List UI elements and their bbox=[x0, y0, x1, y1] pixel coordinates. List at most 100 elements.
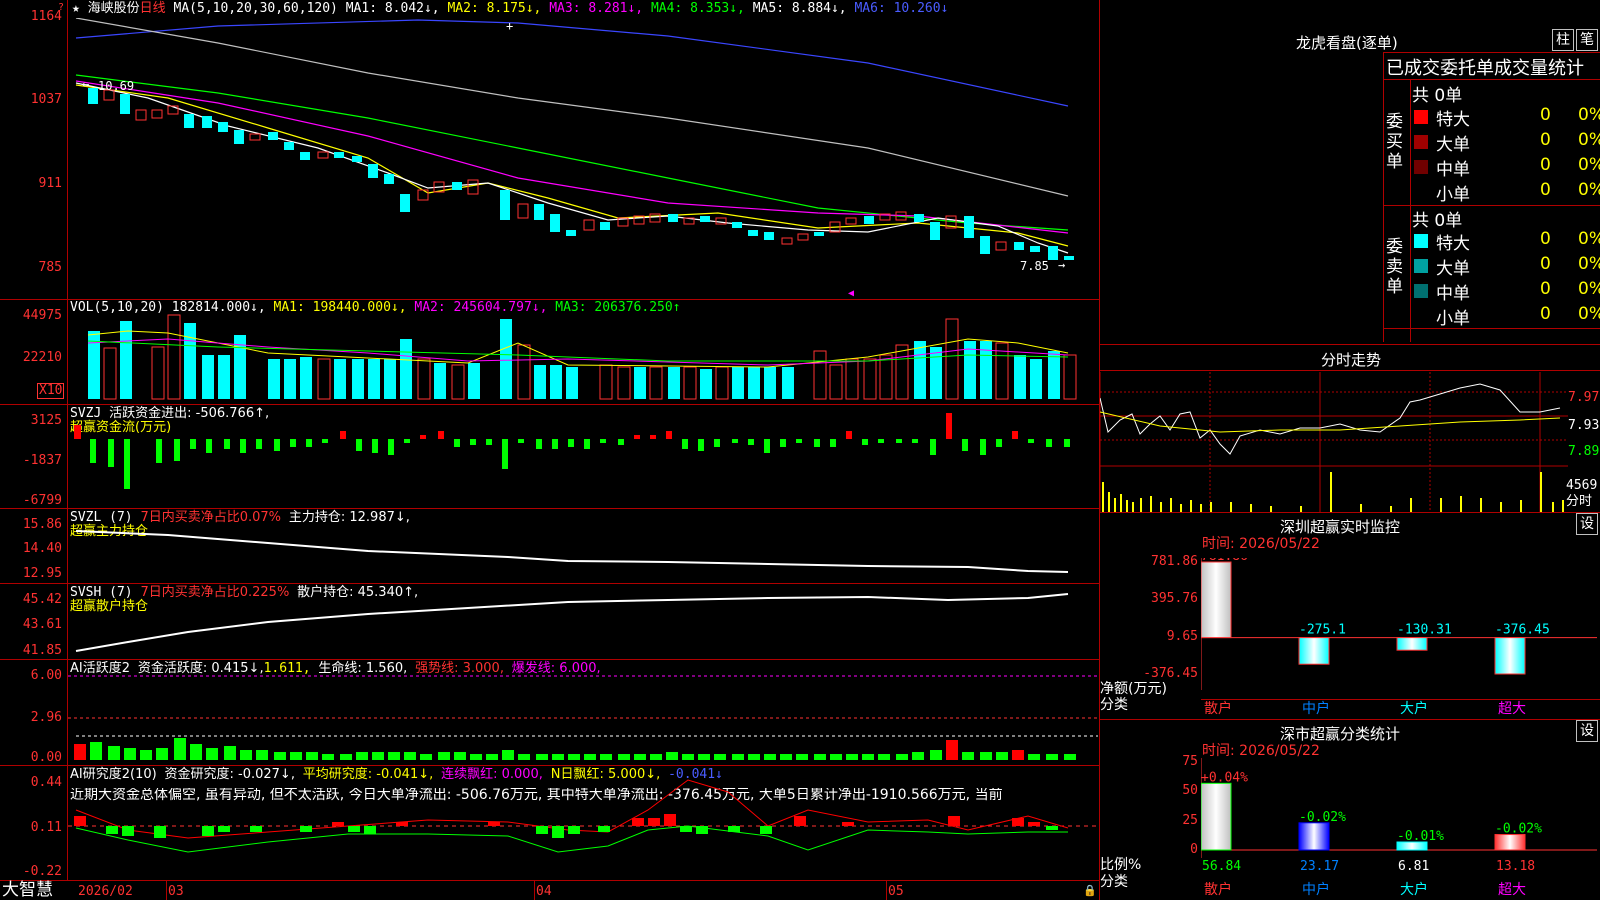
high-marker-value: 10.69 bbox=[98, 79, 134, 93]
buy-row-vol-2: 0 bbox=[1540, 155, 1551, 175]
category-cat-3: 超大 bbox=[1498, 882, 1526, 898]
buy-row-swatch-0 bbox=[1414, 110, 1428, 124]
buy-side-label: 委买单 bbox=[1386, 112, 1403, 172]
main-axis-1: 1164 bbox=[30, 9, 62, 24]
sell-row-pct-2: 0% bbox=[1578, 279, 1600, 299]
category-settings-button[interactable]: 设 bbox=[1576, 720, 1598, 742]
ai1-chart bbox=[68, 675, 1098, 760]
ma4-line bbox=[75, 74, 1069, 231]
ma5-value: MA5: 8.884↓, bbox=[752, 1, 847, 16]
lock-icon[interactable]: 🔒 bbox=[1083, 884, 1097, 897]
tick-mode-button[interactable]: 笔 bbox=[1576, 29, 1598, 51]
svsh-axis-2: 43.61 bbox=[22, 617, 62, 632]
sell-row-name-0: 特大 bbox=[1436, 234, 1470, 254]
buy-row-pct-0: 0% bbox=[1578, 105, 1600, 125]
period-label[interactable]: 日线 bbox=[140, 1, 166, 16]
category-bar-1 bbox=[1298, 822, 1330, 851]
buy-row-vol-0: 0 bbox=[1540, 105, 1551, 125]
svzl-chart bbox=[75, 530, 1069, 573]
ai1-axis-2: 2.96 bbox=[30, 710, 62, 725]
intraday-vol-unit: 分时 bbox=[1566, 494, 1593, 509]
bar-mode-button[interactable]: 柱 bbox=[1552, 29, 1574, 51]
buy-row-swatch-2 bbox=[1414, 160, 1428, 174]
monitor-time: 时间: 2026/05/22 bbox=[1202, 536, 1320, 552]
category-change-label-0: +0.04% bbox=[1201, 770, 1248, 785]
svsh-axis-1: 45.42 bbox=[22, 592, 62, 607]
monitor-ylabel: 净额(万元) bbox=[1100, 681, 1167, 697]
ma6-value: MA6: 10.260↓ bbox=[854, 1, 949, 16]
intraday-vol-axis: 4569 bbox=[1566, 478, 1598, 493]
sell-row-swatch-0 bbox=[1414, 234, 1428, 248]
chart-header: ★ 海峡股份日线 MA(5,10,20,30,60,120) MA1: 8.04… bbox=[72, 1, 948, 16]
buy-row-pct-1: 0% bbox=[1578, 130, 1600, 150]
monitor-settings-button[interactable]: 设 bbox=[1576, 513, 1598, 535]
sell-row-swatch-1 bbox=[1414, 259, 1428, 273]
svzl-axis-2: 14.40 bbox=[22, 541, 62, 556]
sell-row-pct-0: 0% bbox=[1578, 229, 1600, 249]
buy-row-vol-3: 0 bbox=[1540, 180, 1551, 200]
category-value-3: 13.18 bbox=[1496, 859, 1536, 874]
category-cat-1: 中户 bbox=[1302, 882, 1330, 898]
volume-chart bbox=[87, 314, 1077, 400]
dragon-subtitle: 已成交委托单成交量统计 bbox=[1386, 58, 1584, 79]
cursor-marker-icon: ◀ bbox=[848, 288, 854, 298]
intraday-title: 分时走势 bbox=[1321, 351, 1382, 369]
main-axis-3: 911 bbox=[38, 176, 62, 191]
monitor-bar-1 bbox=[1298, 637, 1330, 665]
buy-row-vol-1: 0 bbox=[1540, 130, 1551, 150]
star-icon[interactable]: ★ bbox=[72, 1, 88, 16]
svsh-axis-3: 41.85 bbox=[22, 643, 62, 658]
intraday-chart[interactable] bbox=[1100, 372, 1568, 512]
category-axis-label-2: 25 bbox=[1182, 812, 1198, 828]
monitor-axis-label-1: 395.76 bbox=[1151, 591, 1198, 607]
ai2-chart bbox=[68, 779, 1098, 853]
category-change-label-1: -0.02% bbox=[1299, 810, 1346, 825]
date-label-3: 04 bbox=[536, 884, 552, 899]
sell-row-vol-1: 0 bbox=[1540, 254, 1551, 274]
date-label-2: 03 bbox=[168, 884, 184, 899]
ma4-value: MA4: 8.353↓, bbox=[650, 1, 745, 16]
monitor-cat-2: 大户 bbox=[1400, 701, 1428, 717]
svzl-axis-3: 12.95 bbox=[22, 566, 62, 581]
monitor-bar-label-3: -376.45 bbox=[1495, 623, 1550, 638]
monitor-bar-0 bbox=[1201, 561, 1232, 639]
svzl-axis-1: 15.86 bbox=[22, 517, 62, 532]
sell-row-pct-3: 0% bbox=[1578, 304, 1600, 324]
sell-total: 共 0单 bbox=[1412, 211, 1463, 231]
ai2-axis-3: -0.22 bbox=[22, 864, 62, 879]
category-axis-label-1: 50 bbox=[1182, 783, 1198, 799]
ai1-axis-3: 0.00 bbox=[30, 750, 62, 765]
svzj-axis-3: -6799 bbox=[22, 493, 62, 508]
svzj-chart bbox=[74, 413, 1070, 489]
sell-row-swatch-2 bbox=[1414, 284, 1428, 298]
ma1-value: MA1: 8.042↓, bbox=[345, 1, 440, 16]
intraday-axis-2: 7.93 bbox=[1568, 418, 1600, 433]
monitor-bar-2 bbox=[1396, 637, 1428, 651]
monitor-chart: 781.86 -275.1 -130.31 -376.45 bbox=[1201, 558, 1597, 690]
low-marker-value: 7.85 bbox=[1020, 259, 1049, 273]
vol-axis-2: 22210 bbox=[22, 350, 62, 365]
svzj-bars bbox=[74, 413, 1070, 489]
category-value-0: 56.84 bbox=[1202, 859, 1242, 874]
monitor-axis-label-3: -376.45 bbox=[1143, 666, 1198, 681]
category-title: 深市超赢分类统计 bbox=[1280, 725, 1401, 743]
buy-row-name-2: 中单 bbox=[1436, 160, 1470, 180]
ai1-axis-1: 6.00 bbox=[30, 668, 62, 683]
category-change-label-2: -0.01% bbox=[1397, 829, 1444, 844]
svzj-axis-1: 3125 bbox=[30, 413, 62, 428]
category-cat-0: 散户 bbox=[1204, 882, 1232, 898]
monitor-bar-label-2: -130.31 bbox=[1397, 623, 1452, 638]
stock-name[interactable]: 海峡股份 bbox=[88, 1, 140, 16]
category-value-2: 6.81 bbox=[1398, 859, 1430, 874]
buy-row-pct-2: 0% bbox=[1578, 155, 1600, 175]
date-label-1: 2026/02 bbox=[78, 884, 133, 899]
intraday-volume-bars bbox=[1102, 472, 1564, 512]
ma6-line bbox=[75, 19, 1069, 107]
crosshair-icon: + bbox=[506, 19, 513, 33]
intraday-price-line bbox=[1100, 383, 1561, 455]
main-axis-4: 785 bbox=[38, 260, 62, 275]
vol-unit: X10 bbox=[37, 383, 65, 399]
candlestick-chart[interactable]: ← 10.69 7.85 → + ◀ bbox=[68, 18, 1098, 298]
ma1-line bbox=[75, 82, 1069, 254]
buy-row-name-1: 大单 bbox=[1436, 135, 1470, 155]
